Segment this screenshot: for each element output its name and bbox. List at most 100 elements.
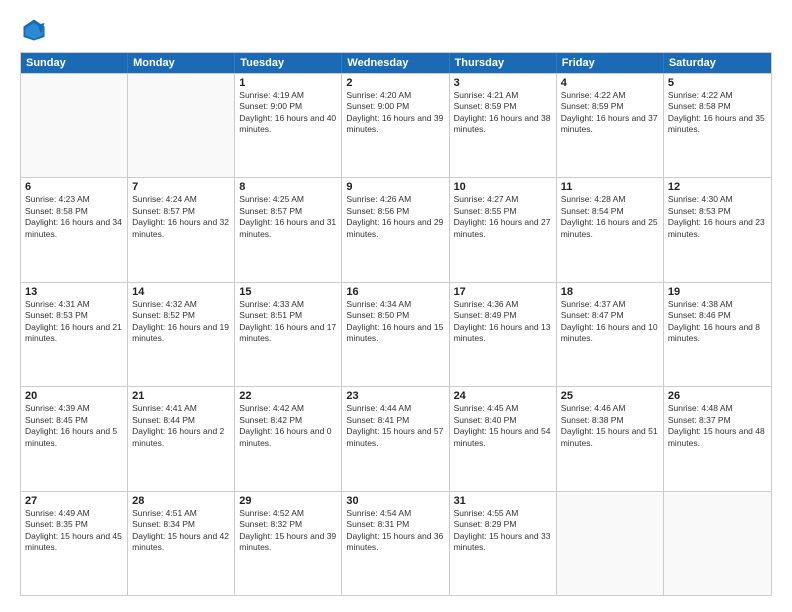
- cell-day-number: 12: [668, 181, 767, 193]
- cell-info: Sunrise: 4:44 AMSunset: 8:41 PMDaylight:…: [346, 403, 444, 449]
- cell-info: Sunrise: 4:33 AMSunset: 8:51 PMDaylight:…: [239, 299, 337, 345]
- calendar-cell: 9Sunrise: 4:26 AMSunset: 8:56 PMDaylight…: [342, 178, 449, 281]
- cell-day-number: 7: [132, 181, 230, 193]
- cell-day-number: 10: [454, 181, 552, 193]
- cell-day-number: 31: [454, 495, 552, 507]
- cell-info: Sunrise: 4:26 AMSunset: 8:56 PMDaylight:…: [346, 194, 444, 240]
- cell-info: Sunrise: 4:46 AMSunset: 8:38 PMDaylight:…: [561, 403, 659, 449]
- cell-info: Sunrise: 4:21 AMSunset: 8:59 PMDaylight:…: [454, 90, 552, 136]
- cell-info: Sunrise: 4:27 AMSunset: 8:55 PMDaylight:…: [454, 194, 552, 240]
- calendar-cell: 3Sunrise: 4:21 AMSunset: 8:59 PMDaylight…: [450, 74, 557, 177]
- cell-info: Sunrise: 4:25 AMSunset: 8:57 PMDaylight:…: [239, 194, 337, 240]
- cell-day-number: 6: [25, 181, 123, 193]
- cell-day-number: 11: [561, 181, 659, 193]
- cell-day-number: 25: [561, 390, 659, 402]
- calendar-cell: 18Sunrise: 4:37 AMSunset: 8:47 PMDayligh…: [557, 283, 664, 386]
- cell-info: Sunrise: 4:22 AMSunset: 8:58 PMDaylight:…: [668, 90, 767, 136]
- weekday-header: Saturday: [664, 53, 771, 73]
- cell-info: Sunrise: 4:24 AMSunset: 8:57 PMDaylight:…: [132, 194, 230, 240]
- calendar-cell: 5Sunrise: 4:22 AMSunset: 8:58 PMDaylight…: [664, 74, 771, 177]
- cell-info: Sunrise: 4:54 AMSunset: 8:31 PMDaylight:…: [346, 508, 444, 554]
- cell-day-number: 28: [132, 495, 230, 507]
- calendar-row: 20Sunrise: 4:39 AMSunset: 8:45 PMDayligh…: [21, 386, 771, 490]
- cell-info: Sunrise: 4:49 AMSunset: 8:35 PMDaylight:…: [25, 508, 123, 554]
- cell-day-number: 18: [561, 286, 659, 298]
- cell-info: Sunrise: 4:48 AMSunset: 8:37 PMDaylight:…: [668, 403, 767, 449]
- cell-info: Sunrise: 4:34 AMSunset: 8:50 PMDaylight:…: [346, 299, 444, 345]
- cell-day-number: 27: [25, 495, 123, 507]
- calendar-cell: 2Sunrise: 4:20 AMSunset: 9:00 PMDaylight…: [342, 74, 449, 177]
- cell-info: Sunrise: 4:20 AMSunset: 9:00 PMDaylight:…: [346, 90, 444, 136]
- cell-info: Sunrise: 4:55 AMSunset: 8:29 PMDaylight:…: [454, 508, 552, 554]
- calendar-cell: 23Sunrise: 4:44 AMSunset: 8:41 PMDayligh…: [342, 387, 449, 490]
- calendar-cell: 17Sunrise: 4:36 AMSunset: 8:49 PMDayligh…: [450, 283, 557, 386]
- cell-day-number: 19: [668, 286, 767, 298]
- calendar-cell: 25Sunrise: 4:46 AMSunset: 8:38 PMDayligh…: [557, 387, 664, 490]
- calendar-row: 1Sunrise: 4:19 AMSunset: 9:00 PMDaylight…: [21, 73, 771, 177]
- calendar-cell: 6Sunrise: 4:23 AMSunset: 8:58 PMDaylight…: [21, 178, 128, 281]
- cell-info: Sunrise: 4:32 AMSunset: 8:52 PMDaylight:…: [132, 299, 230, 345]
- weekday-header: Sunday: [21, 53, 128, 73]
- cell-day-number: 9: [346, 181, 444, 193]
- logo-icon: [20, 16, 48, 44]
- calendar-cell: 29Sunrise: 4:52 AMSunset: 8:32 PMDayligh…: [235, 492, 342, 595]
- calendar-cell: 19Sunrise: 4:38 AMSunset: 8:46 PMDayligh…: [664, 283, 771, 386]
- cell-day-number: 30: [346, 495, 444, 507]
- cell-day-number: 26: [668, 390, 767, 402]
- cell-day-number: 17: [454, 286, 552, 298]
- cell-info: Sunrise: 4:23 AMSunset: 8:58 PMDaylight:…: [25, 194, 123, 240]
- weekday-header: Thursday: [450, 53, 557, 73]
- cell-day-number: 13: [25, 286, 123, 298]
- calendar-cell: 8Sunrise: 4:25 AMSunset: 8:57 PMDaylight…: [235, 178, 342, 281]
- cell-info: Sunrise: 4:52 AMSunset: 8:32 PMDaylight:…: [239, 508, 337, 554]
- cell-day-number: 5: [668, 77, 767, 89]
- weekday-header: Monday: [128, 53, 235, 73]
- calendar-cell: 7Sunrise: 4:24 AMSunset: 8:57 PMDaylight…: [128, 178, 235, 281]
- calendar-cell: 15Sunrise: 4:33 AMSunset: 8:51 PMDayligh…: [235, 283, 342, 386]
- calendar-row: 13Sunrise: 4:31 AMSunset: 8:53 PMDayligh…: [21, 282, 771, 386]
- cell-info: Sunrise: 4:19 AMSunset: 9:00 PMDaylight:…: [239, 90, 337, 136]
- header: [20, 16, 772, 44]
- cell-day-number: 3: [454, 77, 552, 89]
- calendar-cell: [664, 492, 771, 595]
- cell-day-number: 1: [239, 77, 337, 89]
- logo: [20, 16, 54, 44]
- cell-day-number: 23: [346, 390, 444, 402]
- calendar: SundayMondayTuesdayWednesdayThursdayFrid…: [20, 52, 772, 596]
- calendar-cell: 28Sunrise: 4:51 AMSunset: 8:34 PMDayligh…: [128, 492, 235, 595]
- cell-info: Sunrise: 4:38 AMSunset: 8:46 PMDaylight:…: [668, 299, 767, 345]
- weekday-header: Tuesday: [235, 53, 342, 73]
- weekday-header: Wednesday: [342, 53, 449, 73]
- cell-day-number: 8: [239, 181, 337, 193]
- cell-info: Sunrise: 4:39 AMSunset: 8:45 PMDaylight:…: [25, 403, 123, 449]
- cell-day-number: 21: [132, 390, 230, 402]
- cell-info: Sunrise: 4:42 AMSunset: 8:42 PMDaylight:…: [239, 403, 337, 449]
- calendar-cell: 4Sunrise: 4:22 AMSunset: 8:59 PMDaylight…: [557, 74, 664, 177]
- calendar-cell: 20Sunrise: 4:39 AMSunset: 8:45 PMDayligh…: [21, 387, 128, 490]
- cell-day-number: 16: [346, 286, 444, 298]
- cell-info: Sunrise: 4:45 AMSunset: 8:40 PMDaylight:…: [454, 403, 552, 449]
- calendar-cell: 21Sunrise: 4:41 AMSunset: 8:44 PMDayligh…: [128, 387, 235, 490]
- calendar-cell: 14Sunrise: 4:32 AMSunset: 8:52 PMDayligh…: [128, 283, 235, 386]
- calendar-cell: 27Sunrise: 4:49 AMSunset: 8:35 PMDayligh…: [21, 492, 128, 595]
- cell-info: Sunrise: 4:37 AMSunset: 8:47 PMDaylight:…: [561, 299, 659, 345]
- cell-day-number: 2: [346, 77, 444, 89]
- cell-info: Sunrise: 4:51 AMSunset: 8:34 PMDaylight:…: [132, 508, 230, 554]
- calendar-cell: 13Sunrise: 4:31 AMSunset: 8:53 PMDayligh…: [21, 283, 128, 386]
- calendar-cell: 10Sunrise: 4:27 AMSunset: 8:55 PMDayligh…: [450, 178, 557, 281]
- calendar-cell: 31Sunrise: 4:55 AMSunset: 8:29 PMDayligh…: [450, 492, 557, 595]
- weekday-header: Friday: [557, 53, 664, 73]
- calendar-cell: 22Sunrise: 4:42 AMSunset: 8:42 PMDayligh…: [235, 387, 342, 490]
- cell-day-number: 29: [239, 495, 337, 507]
- calendar-cell: 16Sunrise: 4:34 AMSunset: 8:50 PMDayligh…: [342, 283, 449, 386]
- calendar-cell: [128, 74, 235, 177]
- calendar-cell: 11Sunrise: 4:28 AMSunset: 8:54 PMDayligh…: [557, 178, 664, 281]
- cell-info: Sunrise: 4:22 AMSunset: 8:59 PMDaylight:…: [561, 90, 659, 136]
- cell-info: Sunrise: 4:31 AMSunset: 8:53 PMDaylight:…: [25, 299, 123, 345]
- cell-day-number: 4: [561, 77, 659, 89]
- cell-day-number: 15: [239, 286, 337, 298]
- calendar-row: 27Sunrise: 4:49 AMSunset: 8:35 PMDayligh…: [21, 491, 771, 595]
- cell-day-number: 20: [25, 390, 123, 402]
- cell-info: Sunrise: 4:30 AMSunset: 8:53 PMDaylight:…: [668, 194, 767, 240]
- calendar-row: 6Sunrise: 4:23 AMSunset: 8:58 PMDaylight…: [21, 177, 771, 281]
